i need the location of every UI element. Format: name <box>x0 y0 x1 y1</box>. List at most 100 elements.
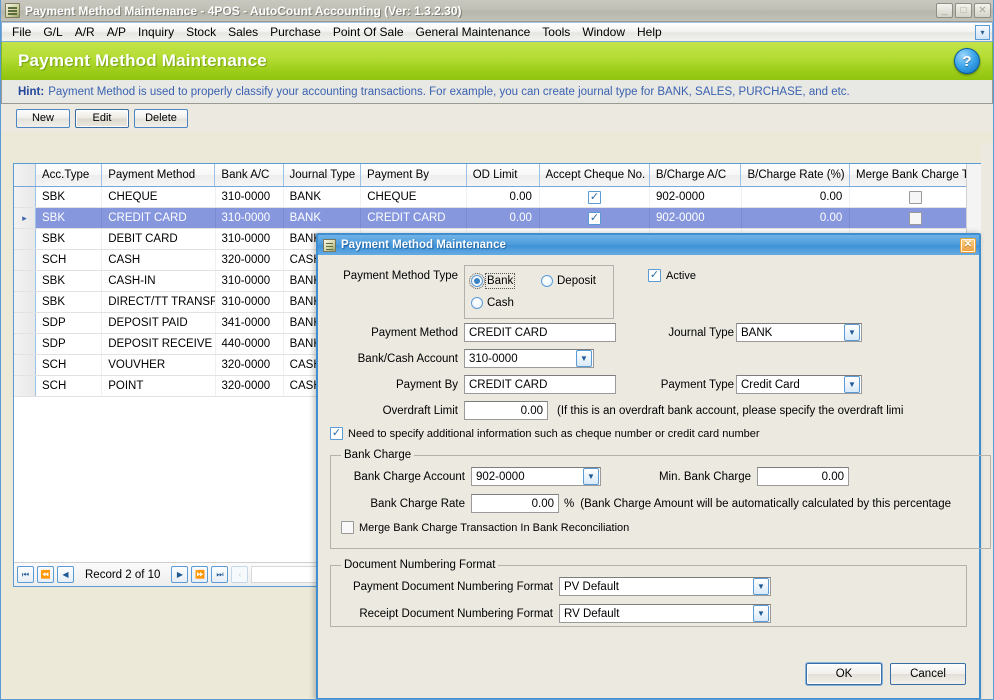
column-header-od-limit[interactable]: OD Limit <box>467 164 540 186</box>
row-selector[interactable] <box>14 292 36 312</box>
receipt-doc-numbering-value: RV Default <box>564 607 620 620</box>
overdraft-limit-input[interactable]: 0.00 <box>464 401 548 420</box>
payment-by-label: Payment By <box>396 378 458 391</box>
column-header-bcharge-ac[interactable]: B/Charge A/C <box>650 164 742 186</box>
radio-option-cash[interactable]: Cash <box>471 292 607 314</box>
min-bank-charge-input[interactable]: 0.00 <box>757 467 849 486</box>
bank-charge-rate-input[interactable]: 0.00 <box>471 494 559 513</box>
chevron-down-icon[interactable]: ▼ <box>844 324 860 341</box>
cell-bank-ac: 310-0000 <box>216 292 284 312</box>
cell-payment-method: POINT <box>102 376 216 396</box>
checkbox-unchecked-icon[interactable] <box>909 190 923 204</box>
previous-record-button[interactable]: ◀ <box>57 566 74 583</box>
column-header-bank-ac[interactable]: Bank A/C <box>215 164 284 186</box>
first-record-button[interactable]: ⏮ <box>17 566 34 583</box>
row-selector-current[interactable]: ▸ <box>14 208 36 228</box>
next-record-button[interactable]: ▶ <box>171 566 189 583</box>
menu-item-ap[interactable]: A/P <box>101 23 132 41</box>
bank-charge-group: Bank Charge Bank Charge Account 902-0000… <box>330 449 992 549</box>
table-row[interactable]: SBK CHEQUE 310-0000 BANK CHEQUE 0.00 ✓ 9… <box>14 187 982 208</box>
menu-item-point-of-sale[interactable]: Point Of Sale <box>327 23 410 41</box>
journal-type-select[interactable]: BANK ▼ <box>736 323 862 342</box>
row-selector[interactable] <box>14 250 36 270</box>
menu-item-ar[interactable]: A/R <box>69 23 101 41</box>
checkbox-checked-icon[interactable]: ✓ <box>587 211 601 225</box>
new-button[interactable]: New <box>16 108 70 128</box>
menu-item-sales[interactable]: Sales <box>222 23 264 41</box>
menu-item-purchase[interactable]: Purchase <box>264 23 327 41</box>
cell-accept-cheque-no[interactable]: ✓ <box>540 187 650 207</box>
maximize-button[interactable]: □ <box>955 3 972 18</box>
row-selector[interactable] <box>14 187 36 207</box>
chevron-down-icon[interactable]: ▼ <box>576 350 592 367</box>
radio-option-bank[interactable]: Bank <box>469 270 541 292</box>
checkbox-unchecked-icon[interactable] <box>341 521 354 534</box>
receipt-doc-numbering-select[interactable]: RV Default ▼ <box>559 604 771 623</box>
cell-accept-cheque-no[interactable]: ✓ <box>540 208 650 228</box>
bank-charge-legend: Bank Charge <box>344 449 412 461</box>
edit-button[interactable]: Edit <box>75 108 129 128</box>
navigator-extra-button[interactable]: ‹ <box>231 566 249 583</box>
row-selector[interactable] <box>14 271 36 291</box>
radio-unselected-icon[interactable] <box>471 297 483 309</box>
active-checkbox-row[interactable]: ✓ Active <box>648 265 696 282</box>
ok-button[interactable]: OK <box>806 663 882 685</box>
minimize-button[interactable]: _ <box>936 3 953 18</box>
last-record-button[interactable]: ⏭ <box>211 566 229 583</box>
column-header-merge-bank-charge-trans[interactable]: Merge Bank Charge Trans. <box>850 164 982 186</box>
chevron-down-icon[interactable]: ▼ <box>844 376 860 393</box>
menu-item-general-maintenance[interactable]: General Maintenance <box>410 23 537 41</box>
column-header-journal-type[interactable]: Journal Type <box>284 164 362 186</box>
need-specify-checkbox-row[interactable]: ✓ Need to specify additional information… <box>330 427 967 440</box>
close-button[interactable]: ✕ <box>974 3 991 18</box>
column-header-payment-method[interactable]: Payment Method <box>102 164 216 186</box>
row-selector[interactable] <box>14 313 36 333</box>
table-row[interactable]: ▸ SBK CREDIT CARD 310-0000 BANK CREDIT C… <box>14 208 982 229</box>
radio-unselected-icon[interactable] <box>541 275 553 287</box>
chevron-down-icon[interactable]: ▼ <box>753 605 769 622</box>
previous-page-button[interactable]: ⏪ <box>37 566 54 583</box>
payment-type-select[interactable]: Credit Card ▼ <box>736 375 862 394</box>
radio-selected-icon[interactable] <box>469 273 485 289</box>
column-header-payment-by[interactable]: Payment By <box>361 164 467 186</box>
column-header-bcharge-rate[interactable]: B/Charge Rate (%) <box>741 164 850 186</box>
menu-item-help[interactable]: Help <box>631 23 668 41</box>
checkbox-checked-icon[interactable]: ✓ <box>330 427 343 440</box>
help-icon[interactable]: ? <box>954 48 980 74</box>
row-selector[interactable] <box>14 376 36 396</box>
overdraft-limit-label: Overdraft Limit <box>382 404 458 417</box>
payment-method-input[interactable]: CREDIT CARD <box>464 323 616 342</box>
bank-charge-account-select[interactable]: 902-0000 ▼ <box>471 467 601 486</box>
delete-button[interactable]: Delete <box>134 108 188 128</box>
column-header-accept-cheque-no[interactable]: Accept Cheque No. <box>540 164 650 186</box>
chevron-down-icon[interactable]: ▼ <box>753 578 769 595</box>
payment-doc-numbering-select[interactable]: PV Default ▼ <box>559 577 771 596</box>
chevron-down-icon[interactable]: ▼ <box>583 468 599 485</box>
cancel-button[interactable]: Cancel <box>890 663 966 685</box>
menu-item-inquiry[interactable]: Inquiry <box>132 23 180 41</box>
next-page-button[interactable]: ⏩ <box>191 566 209 583</box>
row-selector[interactable] <box>14 229 36 249</box>
cell-payment-method: CASH-IN <box>102 271 216 291</box>
bank-cash-account-select[interactable]: 310-0000 ▼ <box>464 349 594 368</box>
checkbox-checked-icon[interactable]: ✓ <box>648 269 661 282</box>
menu-item-window[interactable]: Window <box>576 23 631 41</box>
column-header-acc-type[interactable]: Acc.Type <box>36 164 103 186</box>
cell-merge-bank-charge[interactable] <box>850 187 982 207</box>
payment-by-input[interactable]: CREDIT CARD <box>464 375 616 394</box>
chevron-down-icon[interactable]: ▾ <box>975 25 990 40</box>
radio-option-deposit[interactable]: Deposit <box>541 270 596 292</box>
cell-merge-bank-charge[interactable] <box>850 208 982 228</box>
row-selector[interactable] <box>14 355 36 375</box>
dialog-close-icon[interactable]: ✕ <box>960 237 976 253</box>
menu-item-file[interactable]: File <box>6 23 37 41</box>
need-specify-label: Need to specify additional information s… <box>348 427 760 440</box>
merge-bank-charge-checkbox-row[interactable]: Merge Bank Charge Transaction In Bank Re… <box>341 521 980 534</box>
cell-acc-type: SBK <box>36 208 103 228</box>
checkbox-checked-icon[interactable]: ✓ <box>587 190 601 204</box>
menu-item-gl[interactable]: G/L <box>37 23 68 41</box>
menu-item-stock[interactable]: Stock <box>180 23 222 41</box>
row-selector[interactable] <box>14 334 36 354</box>
menu-item-tools[interactable]: Tools <box>536 23 576 41</box>
checkbox-unchecked-icon[interactable] <box>909 211 923 225</box>
